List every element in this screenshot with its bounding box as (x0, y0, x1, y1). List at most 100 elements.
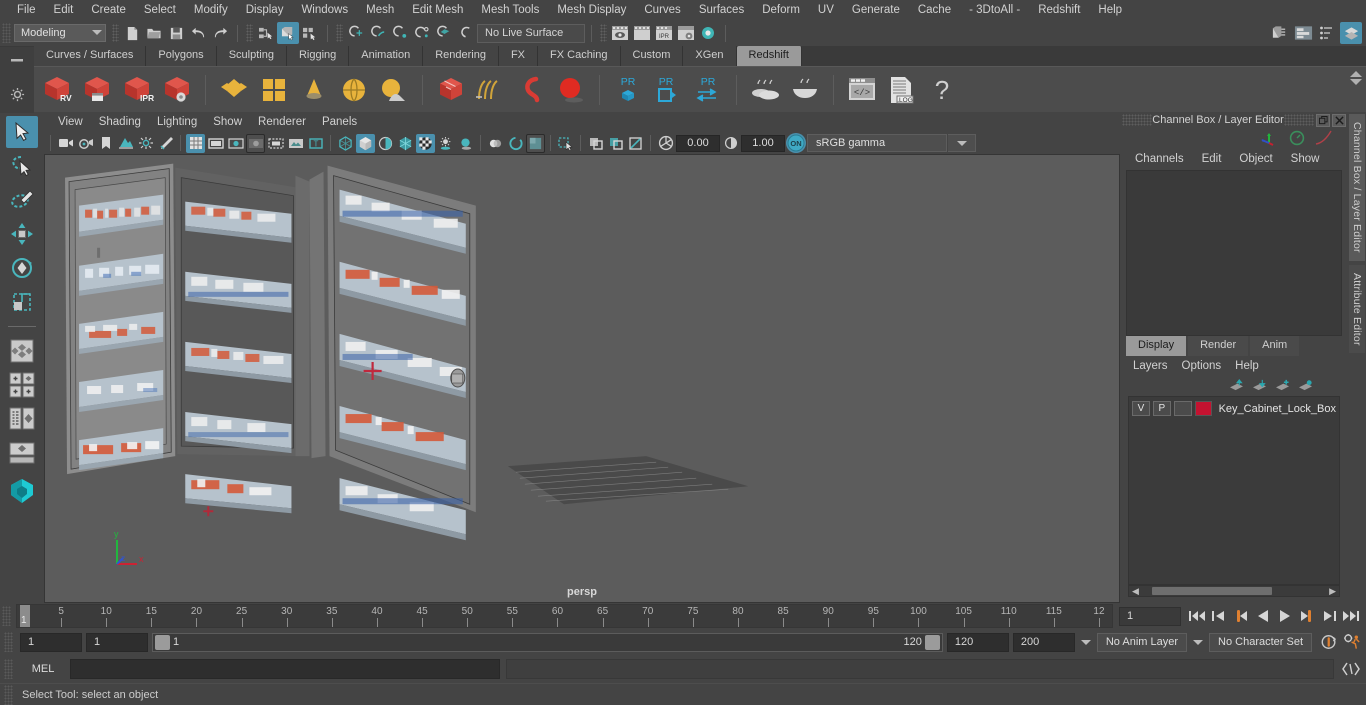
character-set-combo[interactable]: No Character Set (1209, 632, 1312, 652)
layer-list-horizontal-scrollbar[interactable]: ◀ ▶ (1128, 585, 1340, 597)
snap-to-grid-icon[interactable] (345, 22, 367, 44)
image-plane-icon[interactable] (116, 134, 135, 153)
command-input-field[interactable] (70, 659, 500, 679)
menu-select[interactable]: Select (135, 0, 185, 20)
paint-select-tool-button[interactable] (6, 184, 38, 216)
layer-tab-render[interactable]: Render (1188, 335, 1249, 356)
range-right-handle[interactable] (924, 634, 940, 650)
panel-close-icon[interactable] (1332, 113, 1346, 127)
anim-layer-dropdown-icon[interactable] (1079, 639, 1093, 645)
scroll-right-icon[interactable]: ▶ (1326, 586, 1339, 597)
layer-options-menu[interactable]: Options (1175, 360, 1229, 372)
redshift-pr-export-button[interactable]: PR (649, 70, 687, 110)
layer-tab-anim[interactable]: Anim (1250, 335, 1300, 356)
range-right-handle-group[interactable]: 120 (904, 634, 940, 650)
range-left-handle[interactable] (155, 634, 170, 650)
live-surface-field[interactable]: No Live Surface (477, 23, 585, 43)
menu-edit[interactable]: Edit (45, 0, 83, 20)
select-camera-icon[interactable] (56, 134, 75, 153)
shelf-tab-animation[interactable]: Animation (349, 46, 424, 66)
multisample-icon[interactable] (506, 134, 525, 153)
redshift-bokeh-button[interactable] (746, 70, 784, 110)
menu-surfaces[interactable]: Surfaces (690, 0, 753, 20)
go-to-end-icon[interactable] (1341, 607, 1360, 626)
panel-undock-icon[interactable] (1316, 113, 1330, 127)
redshift-render-settings-button[interactable] (158, 70, 196, 110)
channel-object-menu[interactable]: Object (1230, 153, 1281, 165)
time-slider-grip[interactable] (2, 606, 11, 626)
range-row-grip[interactable] (4, 632, 13, 652)
shelf-tab-polygons[interactable]: Polygons (146, 46, 217, 66)
render-current-frame-icon[interactable] (609, 22, 631, 44)
viewport-menu-show[interactable]: Show (205, 112, 250, 132)
film-origin-icon[interactable] (266, 134, 285, 153)
redshift-dome-light-button[interactable] (335, 70, 373, 110)
shelf-scroll-controls[interactable] (1350, 71, 1362, 85)
select-tool-button[interactable] (6, 116, 38, 148)
shelf-scroll-up-icon[interactable] (1350, 71, 1362, 77)
step-forward-key-icon[interactable] (1297, 607, 1316, 626)
create-new-layer-icon[interactable] (1274, 379, 1291, 392)
redshift-render-sequence-button[interactable] (78, 70, 116, 110)
shelf-tab-rendering[interactable]: Rendering (423, 46, 499, 66)
range-end-field[interactable]: 120 (946, 632, 1009, 652)
hypershade-icon[interactable] (697, 22, 719, 44)
undo-icon[interactable] (187, 22, 209, 44)
shelf-tab-custom[interactable]: Custom (620, 46, 684, 66)
safe-action-icon[interactable] (286, 134, 305, 153)
ambient-occlusion-icon[interactable] (456, 134, 475, 153)
layer-playback-toggle[interactable]: P (1152, 401, 1171, 416)
select-by-object-type-icon[interactable] (277, 22, 299, 44)
redshift-curve-button[interactable] (512, 70, 550, 110)
channel-edit-menu[interactable]: Edit (1193, 153, 1231, 165)
scrollbar-thumb[interactable] (1151, 587, 1272, 595)
viewport-menu-view[interactable]: View (50, 112, 91, 132)
redo-icon[interactable] (209, 22, 231, 44)
vtab-attribute-editor[interactable]: Attribute Editor (1349, 264, 1365, 354)
channel-box-layer-editor-icon[interactable] (1340, 22, 1362, 44)
outliner-icon[interactable] (1268, 22, 1290, 44)
redshift-texture-button[interactable] (255, 70, 293, 110)
layer-name[interactable]: Key_Cabinet_Lock_Box (1215, 403, 1336, 415)
move-tool-button[interactable] (6, 218, 38, 250)
redshift-proxy-button[interactable] (432, 70, 470, 110)
shelf-tab-fx[interactable]: FX (498, 46, 539, 66)
snap-to-point-icon[interactable] (389, 22, 411, 44)
redshift-pr-object-button[interactable]: PR (609, 70, 647, 110)
viewport-menu-panels[interactable]: Panels (314, 112, 365, 132)
create-layer-from-selected-icon[interactable] (1297, 379, 1314, 392)
render-settings-icon[interactable] (675, 22, 697, 44)
shelf-tab-xgen[interactable]: XGen (683, 46, 737, 66)
shelf-tab-fx-caching[interactable]: FX Caching (538, 46, 621, 66)
menu-uv[interactable]: UV (809, 0, 843, 20)
xray-joints-icon[interactable] (606, 134, 625, 153)
layers-menu[interactable]: Layers (1126, 360, 1175, 372)
scale-tool-button[interactable] (6, 286, 38, 318)
redshift-hair-button[interactable] (472, 70, 510, 110)
menu-deform[interactable]: Deform (753, 0, 809, 20)
save-scene-icon[interactable] (165, 22, 187, 44)
ipr-render-icon[interactable] (631, 22, 653, 44)
xray-active-components-icon[interactable] (626, 134, 645, 153)
gamma-field[interactable]: 1.00 (741, 134, 785, 152)
gate-mask-icon[interactable] (246, 133, 265, 153)
move-layer-up-icon[interactable] (1228, 379, 1245, 392)
redshift-sphere-button[interactable] (552, 70, 590, 110)
menuset-selector[interactable]: Modeling (14, 24, 106, 42)
menu-mesh-tools[interactable]: Mesh Tools (472, 0, 548, 20)
tool-settings-icon[interactable] (1316, 22, 1338, 44)
range-start-field[interactable]: 1 (86, 632, 148, 652)
snap-to-curve-icon[interactable] (367, 22, 389, 44)
panel-grip-right[interactable] (1284, 114, 1314, 126)
status-line-grip[interactable] (2, 23, 11, 43)
two-d-pan-zoom-icon[interactable] (136, 134, 155, 153)
smooth-shade-all-icon[interactable] (356, 133, 375, 153)
vtab-channel-box-layer-editor[interactable]: Channel Box / Layer Editor (1349, 114, 1365, 261)
menu-mesh[interactable]: Mesh (357, 0, 403, 20)
grid-toggle-icon[interactable] (186, 133, 205, 153)
move-layer-down-icon[interactable] (1251, 379, 1268, 392)
four-view-layout-button[interactable] (6, 335, 38, 367)
menu-cache[interactable]: Cache (909, 0, 960, 20)
menu-help[interactable]: Help (1089, 0, 1131, 20)
script-editor-icon[interactable] (1340, 659, 1362, 679)
